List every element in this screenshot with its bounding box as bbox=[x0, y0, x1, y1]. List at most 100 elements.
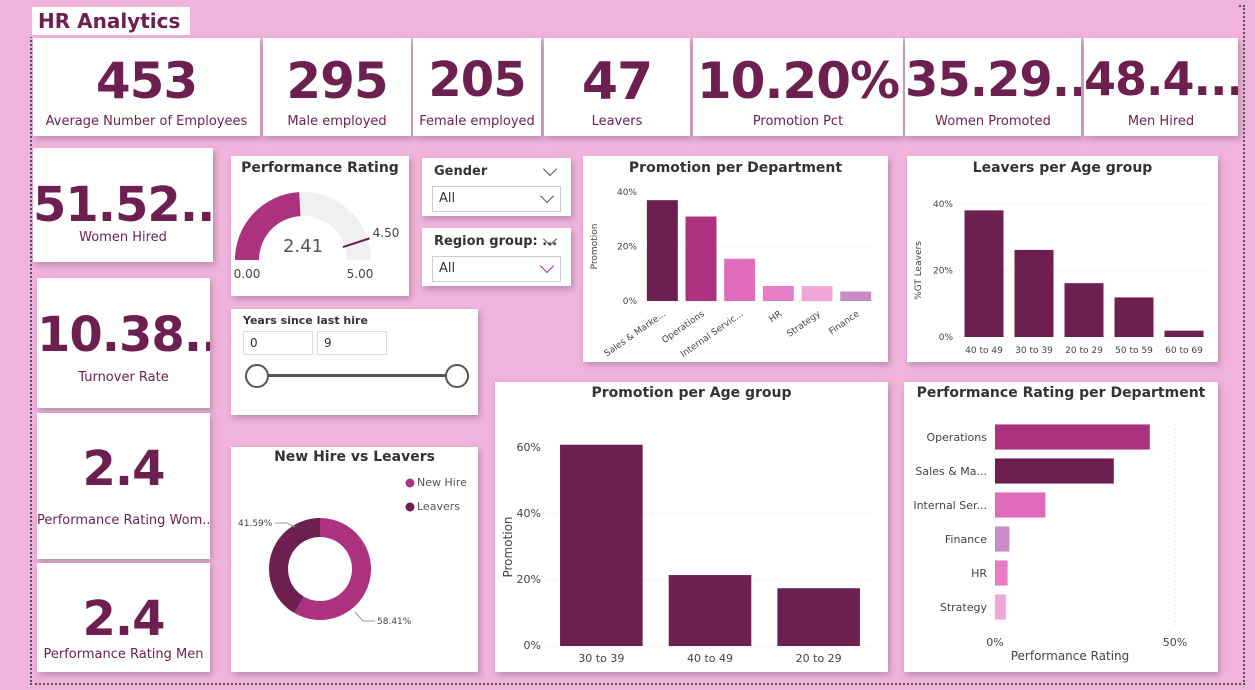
x-tick-label: Strategy bbox=[785, 309, 823, 340]
bar[interactable] bbox=[995, 594, 1006, 620]
kpi-value: 295 bbox=[286, 52, 388, 110]
performance-per-department-chart[interactable]: Performance Rating per Department 0% 50% O… bbox=[904, 382, 1218, 672]
y-tick-label: Strategy bbox=[940, 601, 988, 614]
bar[interactable] bbox=[1014, 249, 1054, 337]
y-tick-label: 20% bbox=[517, 573, 541, 586]
x-tick-label: 50 to 59 bbox=[1115, 346, 1153, 356]
bar[interactable] bbox=[995, 560, 1008, 586]
bar[interactable] bbox=[840, 291, 872, 301]
kpi-label: Women Promoted bbox=[935, 114, 1051, 129]
kpi-value: 205 bbox=[428, 52, 526, 108]
page-title: HR Analytics bbox=[32, 7, 190, 35]
region-slicer-title: Region group: ... bbox=[434, 234, 558, 249]
kpi-label: Promotion Pct bbox=[752, 114, 844, 129]
y-tick-label: Finance bbox=[945, 533, 987, 546]
region-slicer[interactable]: Region group: ... All bbox=[422, 228, 571, 286]
bar[interactable] bbox=[995, 424, 1150, 450]
gender-dropdown[interactable]: All bbox=[432, 186, 561, 212]
chart-svg: 0% 20% 40% 40 to 49 30 to 39 20 to 29 50 to 59… bbox=[914, 200, 1209, 356]
chevron-down-icon[interactable] bbox=[542, 161, 558, 177]
kpi-label: Men Hired bbox=[1127, 114, 1195, 129]
bar[interactable] bbox=[560, 444, 643, 646]
bar[interactable] bbox=[1164, 330, 1204, 337]
chevron-down-icon[interactable] bbox=[539, 258, 555, 274]
y-tick-label: HR bbox=[971, 567, 987, 580]
gender-slicer[interactable]: Gender All bbox=[422, 158, 571, 216]
y-tick-label: 0% bbox=[623, 297, 638, 307]
y-tick-label: Internal Ser... bbox=[913, 499, 987, 512]
bar[interactable] bbox=[995, 526, 1010, 552]
y-tick-label: 40% bbox=[617, 188, 637, 198]
years-slicer-title: Years since last hire bbox=[243, 314, 368, 327]
years-since-hire-slicer[interactable]: Years since last hire 0 9 bbox=[231, 309, 478, 415]
legend-marker bbox=[405, 478, 415, 488]
bar[interactable] bbox=[777, 588, 860, 646]
slider-max-handle[interactable] bbox=[445, 364, 469, 388]
promotion-per-department-chart[interactable]: Promotion per Department 0% 20% 40% Sales &… bbox=[583, 156, 888, 362]
gauge-min-label: 0.00 bbox=[234, 267, 261, 281]
kpi-label: Leavers bbox=[591, 114, 643, 129]
years-max-input[interactable]: 9 bbox=[317, 331, 387, 355]
chart-svg: 58.41% 41.59% New Hire Leavers bbox=[238, 476, 467, 627]
kpi-card[interactable]: 2.4 Performance Rating Men bbox=[37, 563, 210, 672]
promotion-per-age-chart[interactable]: Promotion per Age group 0% 20% 40% 60% 30 to… bbox=[495, 382, 888, 672]
y-tick-label: 40% bbox=[933, 200, 953, 210]
bar[interactable] bbox=[1064, 283, 1104, 337]
gauge-max-label: 5.00 bbox=[347, 267, 374, 281]
kpi-card[interactable]: 48.4... Men Hired bbox=[1084, 38, 1238, 136]
donut-slice[interactable] bbox=[269, 518, 320, 614]
x-tick-label: 30 to 39 bbox=[1015, 346, 1053, 356]
performance-rating-gauge[interactable]: Performance Rating 2.41 0.00 5.00 4.50 bbox=[231, 156, 409, 296]
x-tick-label: Sales & Marke... bbox=[603, 309, 668, 359]
kpi-label: Female employed bbox=[419, 114, 535, 129]
bar[interactable] bbox=[964, 210, 1004, 337]
bar[interactable] bbox=[762, 286, 794, 301]
gender-dropdown-value: All bbox=[439, 191, 456, 206]
kpi-card[interactable]: 295 Male employed bbox=[263, 38, 411, 136]
bar[interactable] bbox=[668, 575, 752, 646]
kpi-label: Performance Rating Men bbox=[43, 647, 204, 662]
slice-label: 41.59% bbox=[238, 519, 273, 529]
slider-min-handle[interactable] bbox=[245, 364, 269, 388]
bar[interactable] bbox=[646, 200, 678, 301]
bar[interactable] bbox=[995, 458, 1114, 484]
kpi-card[interactable]: 453 Average Number of Employees bbox=[33, 38, 260, 136]
kpi-card[interactable]: 47 Leavers bbox=[544, 38, 690, 136]
kpi-card[interactable]: 51.52... Women Hired bbox=[33, 148, 213, 262]
kpi-card[interactable]: 205 Female employed bbox=[413, 38, 541, 136]
kpi-value: 51.52... bbox=[33, 177, 213, 233]
kpi-value: 47 bbox=[581, 52, 653, 112]
kpi-card[interactable]: 10.20% Promotion Pct bbox=[693, 38, 903, 136]
kpi-card[interactable]: 2.4 Performance Rating Wom... bbox=[37, 413, 210, 559]
leader-line bbox=[354, 611, 375, 622]
y-tick-label: 0% bbox=[939, 333, 954, 343]
bar[interactable] bbox=[685, 216, 717, 301]
x-tick-label: 0% bbox=[986, 636, 1003, 649]
bar[interactable] bbox=[724, 258, 756, 301]
chevron-down-icon[interactable] bbox=[539, 188, 555, 204]
chart-svg: 0%20%40%Sales & Marke...OperationsIntern… bbox=[590, 188, 875, 360]
legend-label: Leavers bbox=[417, 500, 460, 513]
x-tick-label: 40 to 49 bbox=[965, 346, 1003, 356]
kpi-label: Women Hired bbox=[79, 230, 167, 245]
y-axis-label: Promotion bbox=[590, 224, 600, 270]
kpi-card[interactable]: 10.38... Turnover Rate bbox=[37, 278, 210, 408]
gauge-value: 2.41 bbox=[283, 236, 323, 257]
y-tick-label: 20% bbox=[617, 243, 637, 253]
region-dropdown[interactable]: All bbox=[432, 256, 561, 282]
legend-label: New Hire bbox=[417, 476, 467, 489]
y-tick-label: 0% bbox=[524, 639, 541, 652]
y-axis-label: %GT Leavers bbox=[914, 241, 924, 300]
y-axis-label: Promotion bbox=[501, 516, 515, 577]
kpi-label: Performance Rating Wom... bbox=[37, 513, 210, 528]
leavers-per-age-chart[interactable]: Leavers per Age group 0% 20% 40% 40 to 49 30… bbox=[907, 156, 1218, 362]
bar[interactable] bbox=[1114, 297, 1154, 337]
y-tick-label: 40% bbox=[517, 507, 541, 520]
x-tick-label: 40 to 49 bbox=[687, 652, 733, 665]
bar[interactable] bbox=[801, 286, 833, 301]
years-min-input[interactable]: 0 bbox=[243, 331, 313, 355]
kpi-card[interactable]: 35.29... Women Promoted bbox=[905, 38, 1081, 136]
bar[interactable] bbox=[995, 492, 1046, 518]
x-tick-label: 20 to 29 bbox=[796, 652, 842, 665]
new-hire-vs-leavers-chart[interactable]: New Hire vs Leavers 58.41% 41.59% New Hire… bbox=[231, 447, 478, 672]
